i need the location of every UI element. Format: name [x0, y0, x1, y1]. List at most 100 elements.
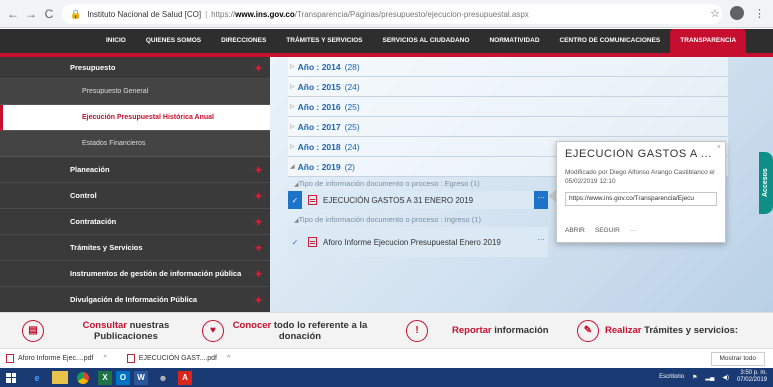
promo-publicaciones[interactable]: ▤ Consultar nuestras Publicaciones — [22, 319, 202, 342]
collapse-icon[interactable]: ◢ — [290, 163, 295, 170]
document-link[interactable]: Aforo Informe Ejecucion Presupuestal Ene… — [323, 237, 534, 248]
document-link[interactable]: EJECUCIÓN GASTOS A 31 ENERO 2019 — [323, 195, 534, 206]
plus-icon[interactable]: + — [255, 57, 262, 79]
plus-icon[interactable]: + — [255, 209, 262, 235]
show-all-downloads-button[interactable]: Mostrar todo — [710, 352, 765, 366]
row-checkbox[interactable]: ✓ — [288, 191, 302, 209]
chevron-up-icon[interactable]: ^ — [103, 355, 106, 362]
nav-item-centro-de-comunicaciones[interactable]: CENTRO DE COMUNICACIONES — [550, 29, 671, 53]
system-clock[interactable]: 3:50 p. m. 07/02/2019 — [737, 370, 767, 384]
clipboard-icon: ✎ — [577, 319, 599, 342]
url-path: /Transparencia/Paginas/presupuesto/ejecu… — [294, 9, 529, 19]
year-group-row[interactable]: ▷ Año : 2017 (25) — [288, 117, 728, 137]
open-button[interactable]: ABRIR — [565, 227, 585, 234]
promo-tramites[interactable]: ✎ Realizar Trámites y servicios: — [577, 319, 738, 342]
profile-icon[interactable] — [730, 6, 744, 20]
promo-bar: ▤ Consultar nuestras Publicaciones ♥ Con… — [0, 312, 773, 348]
promo-reportar[interactable]: ! Reportar información — [392, 319, 577, 342]
year-label: Año : 2017 — [297, 121, 341, 132]
document-row-egreso[interactable]: ✓ EJECUCIÓN GASTOS A 31 ENERO 2019 … — [288, 191, 548, 209]
year-group-row[interactable]: ▷ Año : 2014 (28) — [288, 57, 728, 77]
download-item-aforo[interactable]: Aforo Informe Ejec....pdf ^ — [6, 354, 107, 363]
alert-icon: ! — [406, 319, 428, 342]
nav-item-inicio[interactable]: INICIO — [96, 29, 136, 53]
lock-icon: 🔒 — [70, 8, 82, 19]
address-bar[interactable]: 🔒 Instituto Nacional de Salud [CO] | htt… — [62, 4, 722, 24]
file-explorer-icon[interactable] — [52, 371, 68, 384]
document-callout: × EJECUCIÓN GASTOS A ... Modificado por … — [556, 141, 726, 243]
sidebar-item-contratacion[interactable]: Contratación + — [0, 209, 270, 235]
year-count: (24) — [344, 81, 360, 92]
desktop-toolbar-label[interactable]: Escritorio — [659, 374, 684, 380]
site-identity: Instituto Nacional de Salud [CO] — [87, 9, 202, 19]
url-scheme: https:// — [211, 9, 236, 19]
sidebar-subitem-estados-financieros[interactable]: Estados Financieros — [0, 131, 270, 157]
download-item-ejecucion[interactable]: EJECUCIÓN GAST....pdf ^ — [126, 354, 230, 363]
chrome-icon[interactable] — [72, 368, 94, 387]
network-icon[interactable]: ▂▄ — [705, 374, 714, 381]
expand-icon[interactable]: ▷ — [290, 63, 295, 70]
plus-icon[interactable]: + — [255, 287, 262, 313]
nav-item-direcciones[interactable]: DIRECCIONES — [211, 29, 276, 53]
nav-item-quienes-somos[interactable]: QUIENES SOMOS — [136, 29, 211, 53]
sidebar-item-label: Planeación — [70, 165, 110, 174]
promo-donacion[interactable]: ♥ Conocer todo lo referente a la donació… — [202, 319, 392, 342]
sidebar-item-instrumentos[interactable]: Instrumentos de gestión de información p… — [0, 261, 270, 287]
expand-icon[interactable]: ▷ — [290, 123, 295, 130]
callout-more-button[interactable]: ··· — [630, 227, 637, 234]
flag-icon[interactable]: ⚑ — [692, 374, 697, 381]
expand-icon[interactable]: ▷ — [290, 103, 295, 110]
back-icon[interactable]: ← — [4, 7, 22, 21]
browser-toolbar: ← → C 🔒 Instituto Nacional de Salud [CO]… — [0, 0, 773, 28]
year-count: (25) — [344, 101, 360, 112]
sidebar-item-label: Instrumentos de gestión de información p… — [70, 269, 242, 278]
row-checkbox[interactable]: ✓ — [288, 227, 302, 257]
outlook-icon[interactable]: O — [116, 370, 130, 385]
menu-dots-icon[interactable]: ⋮ — [754, 7, 765, 20]
plus-icon[interactable]: + — [255, 157, 262, 183]
sidebar-item-tramites[interactable]: Trámites y Servicios + — [0, 235, 270, 261]
volume-icon[interactable]: ◀) — [722, 374, 729, 381]
bookmark-star-icon[interactable]: ☆ — [710, 7, 720, 20]
chevron-up-icon[interactable]: ^ — [227, 355, 230, 362]
callout-url-field[interactable]: https://www.ins.gov.co/Transparencia/Eje… — [565, 192, 717, 206]
sidebar-item-planeacion[interactable]: Planeación + — [0, 157, 270, 183]
sidebar-subitem-presupuesto-general[interactable]: Presupuesto General — [0, 79, 270, 105]
nav-item-normatividad[interactable]: NORMATIVIDAD — [479, 29, 549, 53]
plus-icon[interactable]: + — [255, 183, 262, 209]
word-icon[interactable]: W — [134, 370, 148, 385]
plus-icon[interactable]: + — [255, 261, 262, 287]
close-icon[interactable]: × — [717, 144, 721, 151]
follow-button[interactable]: SEGUIR — [595, 227, 620, 234]
year-group-row[interactable]: ▷ Año : 2016 (25) — [288, 97, 728, 117]
expand-icon[interactable]: ▷ — [290, 143, 295, 150]
ie-icon[interactable]: e — [26, 368, 48, 387]
browser-window: ← → C 🔒 Instituto Nacional de Salud [CO]… — [0, 0, 773, 387]
year-label: Año : 2016 — [297, 101, 341, 112]
more-options-icon[interactable]: … — [534, 191, 548, 209]
sidebar-subitem-ejecucion-historica[interactable]: Ejecución Presupuestal Histórica Anual — [0, 105, 270, 131]
sidebar-item-label: Divulgación de Información Pública — [70, 295, 198, 304]
expand-icon[interactable]: ▷ — [290, 83, 295, 90]
plus-icon[interactable]: + — [255, 235, 262, 261]
nav-item-tr-mites-y-servicios[interactable]: TRÁMITES Y SERVICIOS — [276, 29, 372, 53]
nav-item-transparencia[interactable]: TRANSPARENCIA — [670, 29, 747, 53]
acrobat-icon[interactable]: A — [178, 370, 192, 385]
people-icon[interactable]: ☻ — [152, 368, 174, 387]
sidebar-item-divulgacion[interactable]: Divulgación de Información Pública + — [0, 287, 270, 313]
nav-item-servicios-al-ciudadano[interactable]: SERVICIOS AL CIUDADANO — [373, 29, 480, 53]
more-options-icon[interactable]: … — [534, 233, 548, 251]
heart-hands-icon: ♥ — [202, 319, 224, 342]
document-row-ingreso[interactable]: ✓ Aforo Informe Ejecucion Presupuestal E… — [288, 227, 548, 257]
sidebar-item-presupuesto[interactable]: Presupuesto + — [0, 57, 270, 79]
accessibility-tab[interactable]: Accesos — [759, 152, 773, 214]
sidebar-item-control[interactable]: Control + — [0, 183, 270, 209]
excel-icon[interactable]: X — [98, 370, 112, 385]
reload-icon[interactable]: C — [40, 7, 58, 21]
forward-icon[interactable]: → — [22, 7, 40, 21]
year-group-row[interactable]: ▷ Año : 2015 (24) — [288, 77, 728, 97]
start-button[interactable] — [0, 368, 22, 387]
year-count: (24) — [344, 141, 360, 152]
callout-title: EJECUCIÓN GASTOS A ... — [565, 148, 712, 160]
year-count: (28) — [344, 61, 360, 72]
